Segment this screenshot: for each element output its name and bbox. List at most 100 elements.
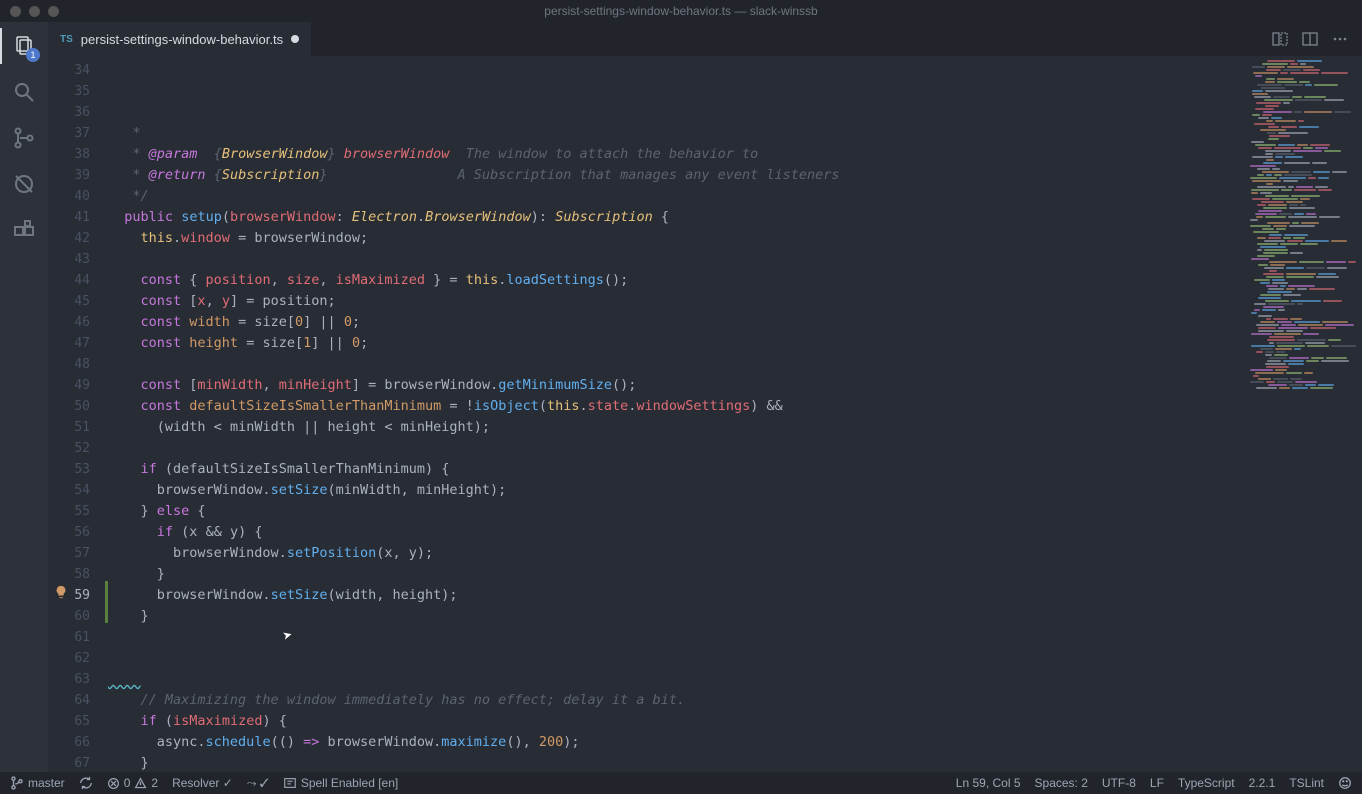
branch-name: master: [28, 776, 65, 790]
code-line[interactable]: }: [108, 753, 1242, 772]
typescript-file-icon: TS: [60, 34, 73, 45]
window-title: persist-settings-window-behavior.ts — sl…: [544, 4, 817, 18]
code-line[interactable]: * @return {Subscription} A Subscription …: [108, 165, 1242, 186]
code-line[interactable]: [108, 354, 1242, 375]
main: 1 TS persist-settings-window-behavior.ts: [0, 22, 1362, 772]
code-line[interactable]: async.schedule(() => browserWindow.maxim…: [108, 732, 1242, 753]
code-line[interactable]: [108, 438, 1242, 459]
line-number: 41: [48, 207, 108, 228]
unsaved-indicator-icon: [291, 35, 299, 43]
code-line[interactable]: const [x, y] = position;: [108, 291, 1242, 312]
ts-version-status[interactable]: 2.2.1: [1249, 776, 1276, 790]
spell-label: Spell Enabled [en]: [301, 776, 398, 790]
line-number: 38: [48, 144, 108, 165]
code-line[interactable]: if (defaultSizeIsSmallerThanMinimum) {: [108, 459, 1242, 480]
line-number: 45: [48, 291, 108, 312]
code-line[interactable]: browserWindow.setSize(minWidth, minHeigh…: [108, 480, 1242, 501]
code-line[interactable]: [108, 669, 1242, 690]
line-number: 64: [48, 690, 108, 711]
line-number: 51: [48, 417, 108, 438]
line-number: 37: [48, 123, 108, 144]
code-line[interactable]: }: [108, 564, 1242, 585]
status-bar: master 0 2 Resolver ✓ ⤳ ✓ Spell Enabled …: [0, 772, 1362, 794]
code-line[interactable]: const height = size[1] || 0;: [108, 333, 1242, 354]
line-number: 35: [48, 81, 108, 102]
cursor-position[interactable]: Ln 59, Col 5: [956, 776, 1021, 790]
close-window-button[interactable]: [10, 6, 21, 17]
line-number: 62: [48, 648, 108, 669]
code-line[interactable]: (width < minWidth || height < minHeight)…: [108, 417, 1242, 438]
code-line[interactable]: [108, 627, 1242, 648]
code-line[interactable]: const [minWidth, minHeight] = browserWin…: [108, 375, 1242, 396]
language-status[interactable]: TypeScript: [1178, 776, 1235, 790]
line-number: 47: [48, 333, 108, 354]
code-line[interactable]: [108, 249, 1242, 270]
code-line[interactable]: } else {: [108, 501, 1242, 522]
search-icon[interactable]: [10, 78, 38, 106]
spell-status[interactable]: Spell Enabled [en]: [283, 776, 398, 790]
code-line[interactable]: browserWindow.setSize(width, height);: [108, 585, 1242, 606]
code-line[interactable]: const { position, size, isMaximized } = …: [108, 270, 1242, 291]
line-number: 44: [48, 270, 108, 291]
lightbulb-icon[interactable]: [54, 585, 68, 599]
line-number: 55: [48, 501, 108, 522]
change-indicator: [105, 581, 108, 623]
zoom-window-button[interactable]: [48, 6, 59, 17]
gutter: 3435363738394041424344454647484950515253…: [48, 56, 108, 772]
code-line[interactable]: * @param {BrowserWindow} browserWindow T…: [108, 144, 1242, 165]
source-control-icon[interactable]: [10, 124, 38, 152]
line-number: 58: [48, 564, 108, 585]
feedback-icon[interactable]: [1338, 776, 1352, 790]
code-line[interactable]: [108, 648, 1242, 669]
line-number: 54: [48, 480, 108, 501]
code-line[interactable]: *: [108, 123, 1242, 144]
warning-count: 2: [151, 776, 158, 790]
line-number: 53: [48, 459, 108, 480]
explorer-icon[interactable]: 1: [10, 32, 38, 60]
line-number: 61: [48, 627, 108, 648]
line-number: 67: [48, 753, 108, 772]
sync-status[interactable]: [79, 776, 93, 790]
resolver-status[interactable]: Resolver ✓: [172, 776, 233, 790]
extensions-icon[interactable]: [10, 216, 38, 244]
tab-label: persist-settings-window-behavior.ts: [81, 32, 283, 47]
code-line[interactable]: if (isMaximized) {: [108, 711, 1242, 732]
eol-status[interactable]: LF: [1150, 776, 1164, 790]
debug-icon[interactable]: [10, 170, 38, 198]
problems-status[interactable]: 0 2: [107, 776, 158, 790]
code-line[interactable]: const width = size[0] || 0;: [108, 312, 1242, 333]
code-line[interactable]: browserWindow.setPosition(x, y);: [108, 543, 1242, 564]
tslint-status[interactable]: TSLint: [1289, 776, 1324, 790]
tab-actions: [1272, 22, 1362, 56]
line-number: 66: [48, 732, 108, 753]
editor-tab[interactable]: TS persist-settings-window-behavior.ts: [48, 22, 311, 56]
traffic-lights: [0, 6, 59, 17]
editor-area: TS persist-settings-window-behavior.ts 3…: [48, 22, 1362, 772]
compare-changes-icon[interactable]: [1272, 31, 1288, 47]
minimap[interactable]: [1242, 56, 1362, 772]
line-number: 56: [48, 522, 108, 543]
split-editor-icon[interactable]: [1302, 31, 1318, 47]
code-line[interactable]: this.window = browserWindow;: [108, 228, 1242, 249]
line-number: 43: [48, 249, 108, 270]
more-actions-icon[interactable]: [1332, 31, 1348, 47]
now-status[interactable]: ⤳ ✓: [247, 776, 269, 791]
line-number: 46: [48, 312, 108, 333]
line-number: 48: [48, 354, 108, 375]
line-number: 49: [48, 375, 108, 396]
title-bar: persist-settings-window-behavior.ts — sl…: [0, 0, 1362, 22]
code-line[interactable]: // Maximizing the window immediately has…: [108, 690, 1242, 711]
code-area[interactable]: * * @param {BrowserWindow} browserWindow…: [108, 56, 1242, 772]
line-number: 63: [48, 669, 108, 690]
editor-body[interactable]: 3435363738394041424344454647484950515253…: [48, 56, 1362, 772]
git-branch-status[interactable]: master: [10, 776, 65, 790]
code-line[interactable]: if (x && y) {: [108, 522, 1242, 543]
code-line[interactable]: public setup(browserWindow: Electron.Bro…: [108, 207, 1242, 228]
line-number: 39: [48, 165, 108, 186]
encoding-status[interactable]: UTF-8: [1102, 776, 1136, 790]
code-line[interactable]: }: [108, 606, 1242, 627]
code-line[interactable]: const defaultSizeIsSmallerThanMinimum = …: [108, 396, 1242, 417]
indentation-status[interactable]: Spaces: 2: [1035, 776, 1088, 790]
code-line[interactable]: */: [108, 186, 1242, 207]
minimize-window-button[interactable]: [29, 6, 40, 17]
